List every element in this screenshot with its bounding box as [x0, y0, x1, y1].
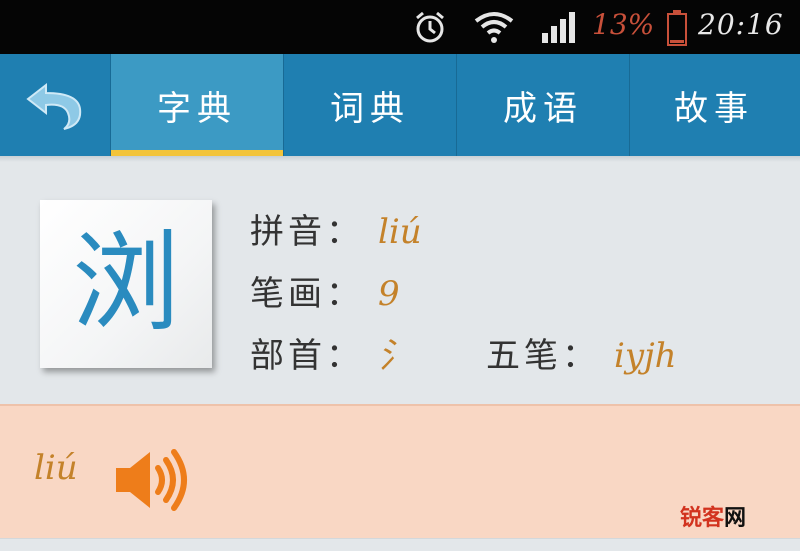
tab-chengyu[interactable]: 成语 — [457, 54, 630, 156]
signal-icon — [542, 12, 575, 43]
radical-row: 部首： 氵 — [250, 328, 412, 377]
strokes-value: 9 — [378, 274, 400, 314]
strokes-label: 笔画： — [250, 274, 364, 314]
watermark-brand: 锐客 — [680, 506, 725, 531]
battery-percent: 13% — [592, 8, 655, 41]
radical-label: 部首： — [250, 336, 364, 376]
tab-zidian[interactable]: 字典 — [111, 54, 284, 156]
wubi-row: 五笔： iyjh — [486, 328, 677, 377]
wubi-value: iyjh — [614, 336, 677, 376]
back-button[interactable] — [0, 54, 111, 156]
tab-cidian[interactable]: 词典 — [284, 54, 457, 156]
status-bar: 13% 20:16 — [0, 0, 800, 54]
battery-icon — [667, 10, 687, 46]
tabbar-shadow — [0, 156, 800, 162]
pronunciation-pinyin: liú — [34, 448, 78, 488]
speaker-icon[interactable] — [112, 446, 188, 514]
strokes-row: 笔画： 9 — [250, 266, 400, 315]
character-glyph: 浏 — [71, 221, 180, 346]
character-card: 浏 — [40, 200, 212, 368]
wifi-icon — [474, 12, 514, 43]
bottom-strip — [0, 538, 800, 551]
watermark: 锐客网 — [680, 500, 746, 532]
alarm-icon — [416, 11, 444, 43]
wubi-label: 五笔： — [486, 336, 600, 376]
tab-bar: 字典 词典 成语 故事 — [0, 54, 800, 158]
radical-value: 氵 — [378, 336, 412, 376]
watermark-suffix: 网 — [724, 506, 747, 531]
clock: 20:16 — [698, 8, 784, 41]
pinyin-value: liú — [378, 212, 422, 252]
pinyin-row: 拼音： liú — [250, 204, 422, 253]
tab-gushi[interactable]: 故事 — [628, 54, 800, 156]
pinyin-label: 拼音： — [250, 212, 364, 252]
back-arrow-icon — [26, 82, 82, 130]
